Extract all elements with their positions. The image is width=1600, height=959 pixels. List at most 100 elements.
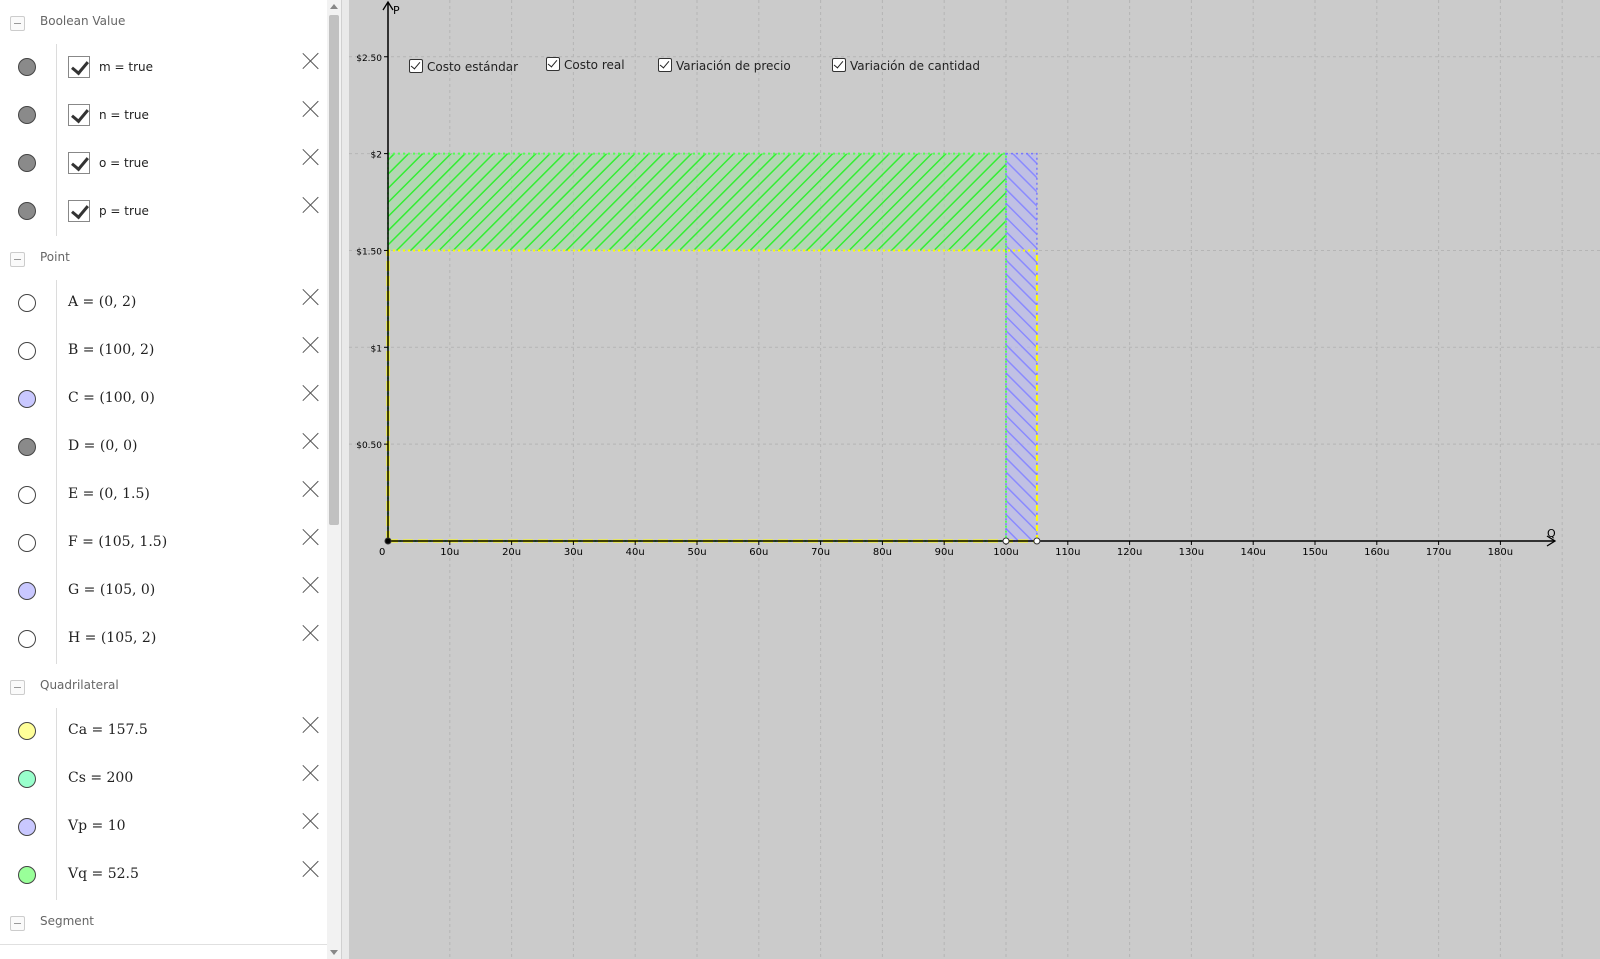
view-splitter[interactable]	[341, 0, 349, 959]
definition-text[interactable]: A = (0, 2)	[68, 294, 136, 310]
point-item[interactable]: A = (0, 2)	[0, 280, 327, 329]
boolean-item[interactable]: p = true	[0, 188, 327, 237]
visibility-marble-icon[interactable]	[18, 294, 36, 312]
quadrilateral-item[interactable]: Vp = 10	[0, 804, 327, 853]
definition-text[interactable]: Vp = 10	[68, 818, 126, 834]
category-header-boolean[interactable]: Boolean Value	[0, 0, 327, 45]
point-item[interactable]: E = (0, 1.5)	[0, 472, 327, 521]
delete-icon[interactable]	[300, 526, 322, 548]
quadrilateral-item[interactable]: Cs = 200	[0, 756, 327, 805]
quadrilateral-item[interactable]: Ca = 157.5	[0, 708, 327, 757]
collapse-toggle-icon[interactable]	[10, 252, 25, 267]
delete-icon[interactable]	[300, 50, 322, 72]
visibility-toggle[interactable]	[0, 852, 57, 900]
boolean-item[interactable]: m = true	[0, 44, 327, 93]
definition-text[interactable]: H = (105, 2)	[68, 630, 156, 646]
visibility-toggle[interactable]	[0, 424, 57, 472]
collapse-toggle-icon[interactable]	[10, 16, 25, 31]
category-header-segment[interactable]: Segment	[0, 900, 327, 945]
checkbox-label[interactable]: Costo estándar	[427, 60, 518, 74]
definition-text[interactable]: Vq = 52.5	[68, 866, 139, 882]
visibility-marble-icon[interactable]	[18, 486, 36, 504]
checkbox-checked-icon[interactable]	[832, 58, 846, 72]
visibility-marble-icon[interactable]	[18, 818, 36, 836]
checkbox-label[interactable]: Variación de precio	[676, 59, 791, 73]
point-item[interactable]: H = (105, 2)	[0, 616, 327, 665]
visibility-marble-icon[interactable]	[18, 438, 36, 456]
checkbox-label[interactable]: Variación de cantidad	[850, 59, 980, 73]
visibility-marble-icon[interactable]	[18, 722, 36, 740]
delete-icon[interactable]	[300, 194, 322, 216]
definition-text[interactable]: p = true	[99, 204, 149, 218]
graphics-checkbox[interactable]: Costo real	[546, 57, 625, 72]
visibility-toggle[interactable]	[0, 280, 57, 328]
definition-text[interactable]: Ca = 157.5	[68, 722, 148, 738]
definition-text[interactable]: E = (0, 1.5)	[68, 486, 150, 502]
delete-icon[interactable]	[300, 714, 322, 736]
delete-icon[interactable]	[300, 334, 322, 356]
visibility-toggle[interactable]	[0, 616, 57, 664]
definition-text[interactable]: C = (100, 0)	[68, 390, 155, 406]
visibility-toggle[interactable]	[0, 188, 57, 236]
delete-icon[interactable]	[300, 430, 322, 452]
point-item[interactable]: D = (0, 0)	[0, 424, 327, 473]
visibility-toggle[interactable]	[0, 140, 57, 188]
collapse-toggle-icon[interactable]	[10, 916, 25, 931]
graphics-checkbox[interactable]: Variación de precio	[658, 58, 791, 73]
algebra-view[interactable]: Boolean Value m = true n = true o = true p =…	[0, 0, 327, 959]
point-item[interactable]: G = (105, 0)	[0, 568, 327, 617]
visibility-marble-icon[interactable]	[18, 770, 36, 788]
boolean-item[interactable]: o = true	[0, 140, 327, 189]
point-item[interactable]: B = (100, 2)	[0, 328, 327, 377]
delete-icon[interactable]	[300, 810, 322, 832]
delete-icon[interactable]	[300, 98, 322, 120]
boolean-checkbox[interactable]	[68, 104, 90, 126]
visibility-toggle[interactable]	[0, 756, 57, 804]
checkbox-label[interactable]: Costo real	[564, 58, 625, 72]
definition-text[interactable]: Cs = 200	[68, 770, 133, 786]
delete-icon[interactable]	[300, 286, 322, 308]
definition-text[interactable]: n = true	[99, 108, 149, 122]
visibility-toggle[interactable]	[0, 520, 57, 568]
visibility-toggle[interactable]	[0, 708, 57, 756]
algebra-scrollbar[interactable]	[327, 0, 341, 959]
visibility-toggle[interactable]	[0, 328, 57, 376]
definition-text[interactable]: D = (0, 0)	[68, 438, 138, 454]
checkbox-checked-icon[interactable]	[658, 58, 672, 72]
visibility-toggle[interactable]	[0, 472, 57, 520]
checkbox-checked-icon[interactable]	[409, 59, 423, 73]
visibility-marble-icon[interactable]	[18, 534, 36, 552]
visibility-marble-icon[interactable]	[18, 342, 36, 360]
delete-icon[interactable]	[300, 762, 322, 784]
point-item[interactable]: F = (105, 1.5)	[0, 520, 327, 569]
category-header-point[interactable]: Point	[0, 236, 327, 281]
delete-icon[interactable]	[300, 858, 322, 880]
definition-text[interactable]: m = true	[99, 60, 153, 74]
visibility-marble-icon[interactable]	[18, 390, 36, 408]
visibility-toggle[interactable]	[0, 568, 57, 616]
delete-icon[interactable]	[300, 382, 322, 404]
boolean-checkbox[interactable]	[68, 56, 90, 78]
visibility-toggle[interactable]	[0, 92, 57, 140]
graphics-checkbox[interactable]: Costo estándar	[409, 59, 518, 74]
definition-text[interactable]: B = (100, 2)	[68, 342, 154, 358]
scroll-up-arrow-icon[interactable]	[330, 4, 338, 9]
definition-text[interactable]: G = (105, 0)	[68, 582, 155, 598]
graphics-view[interactable]: 10u 20u 30u 40u 50u 60u 70u 80u 90u 100u 110u 120u 1…	[349, 0, 1600, 959]
checkbox-checked-icon[interactable]	[546, 57, 560, 71]
boolean-item[interactable]: n = true	[0, 92, 327, 141]
visibility-marble-icon[interactable]	[18, 58, 36, 76]
delete-icon[interactable]	[300, 478, 322, 500]
visibility-toggle[interactable]	[0, 804, 57, 852]
boolean-checkbox[interactable]	[68, 152, 90, 174]
collapse-toggle-icon[interactable]	[10, 680, 25, 695]
visibility-marble-icon[interactable]	[18, 866, 36, 884]
boolean-checkbox[interactable]	[68, 200, 90, 222]
delete-icon[interactable]	[300, 574, 322, 596]
category-header-quadrilateral[interactable]: Quadrilateral	[0, 664, 327, 709]
graphics-checkbox[interactable]: Variación de cantidad	[832, 58, 980, 73]
scrollbar-thumb[interactable]	[329, 15, 339, 525]
visibility-marble-icon[interactable]	[18, 582, 36, 600]
visibility-marble-icon[interactable]	[18, 106, 36, 124]
visibility-toggle[interactable]	[0, 44, 57, 92]
